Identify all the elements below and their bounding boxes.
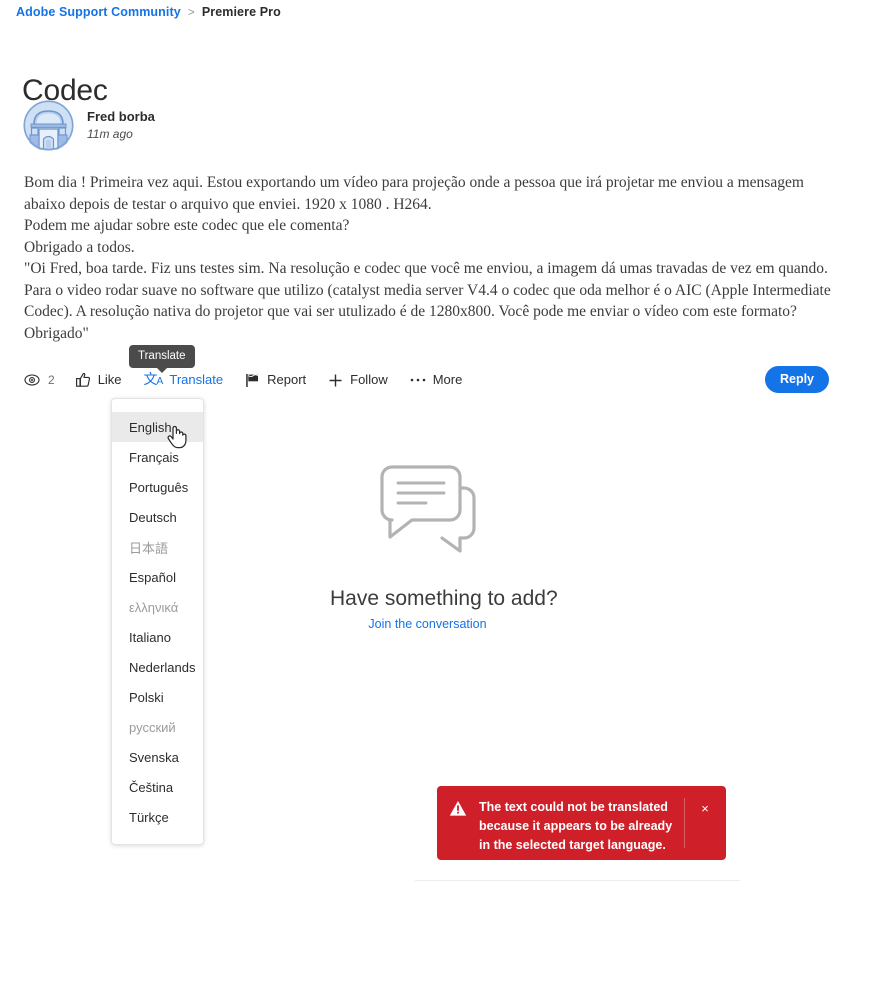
report-button[interactable]: Report: [245, 372, 306, 388]
post-action-bar: 2 Like 文A Translate Report Follow More: [24, 369, 484, 391]
language-option-greek[interactable]: ελληνικά: [112, 592, 203, 622]
tooltip-text: Translate: [138, 350, 186, 362]
language-option-english[interactable]: English: [112, 412, 203, 442]
speech-bubbles-icon: [368, 455, 488, 563]
post-paragraph: Podem me ajudar sobre este codec que ele…: [24, 217, 350, 234]
breadcrumb-separator: >: [187, 5, 195, 19]
like-button[interactable]: Like: [75, 372, 122, 388]
language-option-japanese[interactable]: 日本語: [112, 532, 203, 562]
author-meta: Fred borba 11m ago: [87, 109, 155, 142]
toast-message: The text could not be translated because…: [479, 800, 673, 852]
ellipsis-icon: [410, 377, 426, 383]
language-dropdown-menu[interactable]: English Français Português Deutsch 日本語 E…: [111, 398, 204, 845]
post-timestamp: 11m ago: [87, 127, 133, 141]
empty-state-title: Have something to add?: [330, 587, 558, 610]
author-name[interactable]: Fred borba: [87, 109, 155, 125]
follow-button[interactable]: Follow: [328, 372, 388, 388]
language-option-polski[interactable]: Polski: [112, 682, 203, 712]
like-label: Like: [97, 372, 122, 387]
language-option-portugues[interactable]: Português: [112, 472, 203, 502]
post-paragraph: Bom dia ! Primeira vez aqui. Estou expor…: [24, 174, 804, 213]
language-option-francais[interactable]: Français: [112, 442, 203, 472]
follow-label: Follow: [350, 372, 388, 387]
flag-icon: [245, 373, 260, 388]
more-button[interactable]: More: [410, 372, 463, 388]
language-option-turkce[interactable]: Türkçe: [112, 802, 203, 832]
more-label: More: [432, 372, 463, 387]
translate-tooltip: Translate: [129, 345, 195, 373]
post-body: Bom dia ! Primeira vez aqui. Estou expor…: [24, 172, 836, 344]
report-label: Report: [267, 372, 307, 387]
translate-icon: 文A: [143, 372, 164, 388]
reply-button[interactable]: Reply: [765, 366, 829, 393]
empty-state: Have something to add? Join the conversa…: [330, 455, 558, 632]
language-option-italiano[interactable]: Italiano: [112, 622, 203, 652]
page-root: Adobe Support Community > Premiere Pro C…: [0, 0, 887, 999]
views-count: 2: [48, 373, 55, 387]
language-option-svenska[interactable]: Svenska: [112, 742, 203, 772]
breadcrumb: Adobe Support Community > Premiere Pro: [16, 4, 281, 21]
language-option-russian[interactable]: русский: [112, 712, 203, 742]
translate-label: Translate: [169, 372, 224, 387]
language-option-espanol[interactable]: Español: [112, 562, 203, 592]
join-conversation-link[interactable]: Join the conversation: [330, 616, 525, 632]
views-counter: 2: [24, 373, 55, 387]
plus-icon: [328, 373, 343, 388]
close-icon[interactable]: ×: [684, 798, 726, 817]
language-option-nederlands[interactable]: Nederlands: [112, 652, 203, 682]
breadcrumb-link-community[interactable]: Adobe Support Community: [16, 4, 181, 21]
error-toast: The text could not be translated because…: [437, 786, 726, 860]
avatar[interactable]: [23, 100, 74, 151]
language-option-cestina[interactable]: Čeština: [112, 772, 203, 802]
bottom-divider: [415, 880, 740, 881]
eye-icon: [24, 373, 40, 387]
translate-button[interactable]: 文A Translate: [144, 372, 224, 388]
language-option-deutsch[interactable]: Deutsch: [112, 502, 203, 532]
thumbs-up-icon: [75, 372, 91, 388]
warning-triangle-icon: [437, 798, 479, 817]
author-row: Fred borba 11m ago: [23, 100, 155, 151]
breadcrumb-current-premiere-pro[interactable]: Premiere Pro: [202, 4, 281, 21]
post-paragraph: "Oi Fred, boa tarde. Fiz uns testes sim.…: [24, 260, 831, 342]
post-paragraph: Obrigado a todos.: [24, 238, 135, 256]
